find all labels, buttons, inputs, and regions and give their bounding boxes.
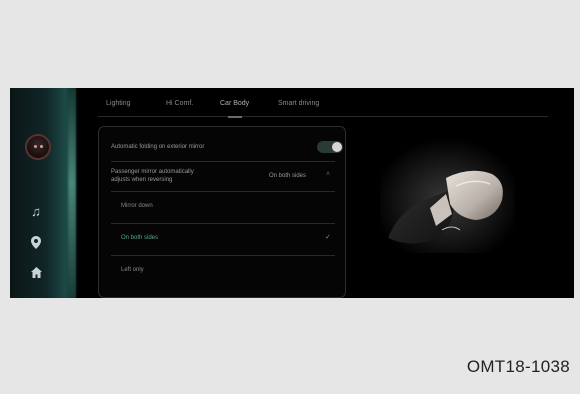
mirror-settings-panel: Automatic folding on exterior mirror Pas… — [98, 126, 346, 298]
tab-lighting[interactable]: Lighting — [106, 100, 131, 107]
avatar-icon[interactable] — [25, 134, 51, 160]
tab-bar: Lighting Hi Comf. Car Body Smart driving — [98, 96, 548, 117]
active-tab-indicator — [228, 116, 242, 118]
location-icon[interactable] — [28, 236, 44, 252]
divider — [111, 255, 335, 256]
avatar-eye — [34, 145, 37, 148]
figure-code: OMT18-1038 — [466, 357, 570, 376]
reverse-mirror-label: Passenger mirror automatically — [111, 169, 194, 175]
chevron-up-icon[interactable]: ˄ — [326, 171, 330, 178]
avatar-eye — [40, 145, 43, 148]
toggle-knob — [332, 142, 342, 152]
music-icon[interactable]: ♫ — [28, 204, 44, 220]
side-mirror-illustration — [380, 138, 515, 253]
divider — [111, 161, 335, 162]
auto-folding-label: Automatic folding on exterior mirror — [111, 144, 205, 150]
option-mirror-down[interactable]: Mirror down — [121, 203, 153, 209]
infotainment-screen: ♫ Lighting Hi Comf. Car Body Smart drivi… — [10, 88, 574, 298]
sidebar-glow — [68, 88, 76, 298]
divider — [111, 223, 335, 224]
option-both-sides[interactable]: On both sides — [121, 235, 158, 241]
tab-smart-driving[interactable]: Smart driving — [278, 100, 319, 107]
home-icon[interactable] — [28, 266, 44, 282]
check-icon: ✓ — [325, 234, 331, 241]
tab-hi-comf[interactable]: Hi Comf. — [166, 100, 193, 107]
auto-folding-toggle[interactable] — [317, 141, 343, 153]
divider — [111, 191, 335, 192]
tab-car-body[interactable]: Car Body — [220, 100, 249, 107]
reverse-mirror-label-line2: adjusts when reversing — [111, 177, 173, 183]
reverse-mirror-value[interactable]: On both sides — [269, 173, 306, 179]
option-left-only[interactable]: Left only — [121, 267, 144, 273]
